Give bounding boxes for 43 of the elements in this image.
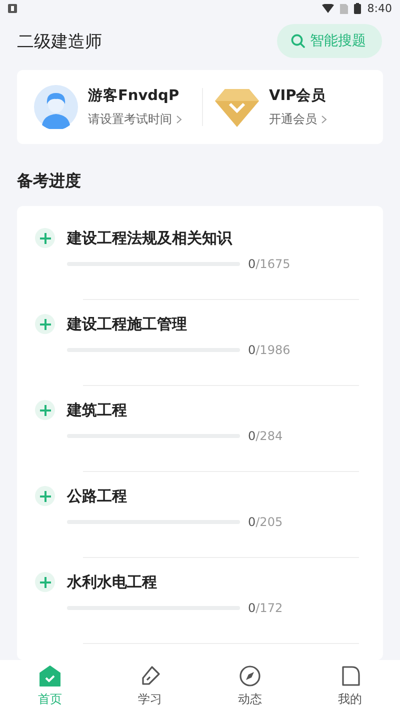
progress-count: 0/1675 <box>248 257 290 271</box>
plus-icon <box>40 576 50 588</box>
status-time: 8:40 <box>367 2 392 15</box>
plus-icon <box>40 318 50 330</box>
nav-tab[interactable]: 我的 <box>300 660 400 712</box>
wifi-icon <box>322 4 334 13</box>
vip-title: VIP会员 <box>269 87 327 105</box>
plus-icon <box>40 490 50 502</box>
subject-name: 建设工程施工管理 <box>67 314 187 334</box>
pencil-icon <box>139 665 161 687</box>
no-sim-icon <box>340 4 348 14</box>
subject-name: 公路工程 <box>67 486 127 506</box>
avatar-icon <box>34 85 78 129</box>
expand-button[interactable] <box>35 228 55 248</box>
nav-tab[interactable]: 动态 <box>200 660 300 712</box>
compass-icon <box>239 665 261 687</box>
page-title: 二级建造师 <box>17 30 102 52</box>
progress-count: 0/284 <box>248 429 283 443</box>
subject-name: 建设工程法规及相关知识 <box>67 228 232 248</box>
expand-button[interactable] <box>35 400 55 420</box>
progress-count: 0/172 <box>248 601 283 615</box>
expand-button[interactable] <box>35 572 55 592</box>
progress-count: 0/1986 <box>248 343 290 357</box>
home-icon <box>39 665 61 687</box>
plus-icon <box>40 404 50 416</box>
notification-icon <box>8 4 17 13</box>
section-title: 备考进度 <box>17 171 82 192</box>
nav-tab[interactable]: 学习 <box>100 660 200 712</box>
plus-icon <box>40 232 50 244</box>
expand-button[interactable] <box>35 486 55 506</box>
exam-date-link[interactable]: 请设置考试时间 <box>88 111 182 128</box>
diamond-icon <box>215 87 259 127</box>
search-icon <box>291 34 305 48</box>
expand-button[interactable] <box>35 314 55 334</box>
vip-link[interactable]: 开通会员 <box>269 111 327 128</box>
battery-icon <box>354 3 362 14</box>
chevron-icon <box>321 115 327 124</box>
chevron-icon <box>176 115 182 124</box>
profile-icon <box>339 665 361 687</box>
progress-count: 0/205 <box>248 515 283 529</box>
subject-name: 水利水电工程 <box>67 572 157 592</box>
user-name: 游客FnvdqP <box>88 86 180 105</box>
subject-name: 建筑工程 <box>67 400 127 420</box>
